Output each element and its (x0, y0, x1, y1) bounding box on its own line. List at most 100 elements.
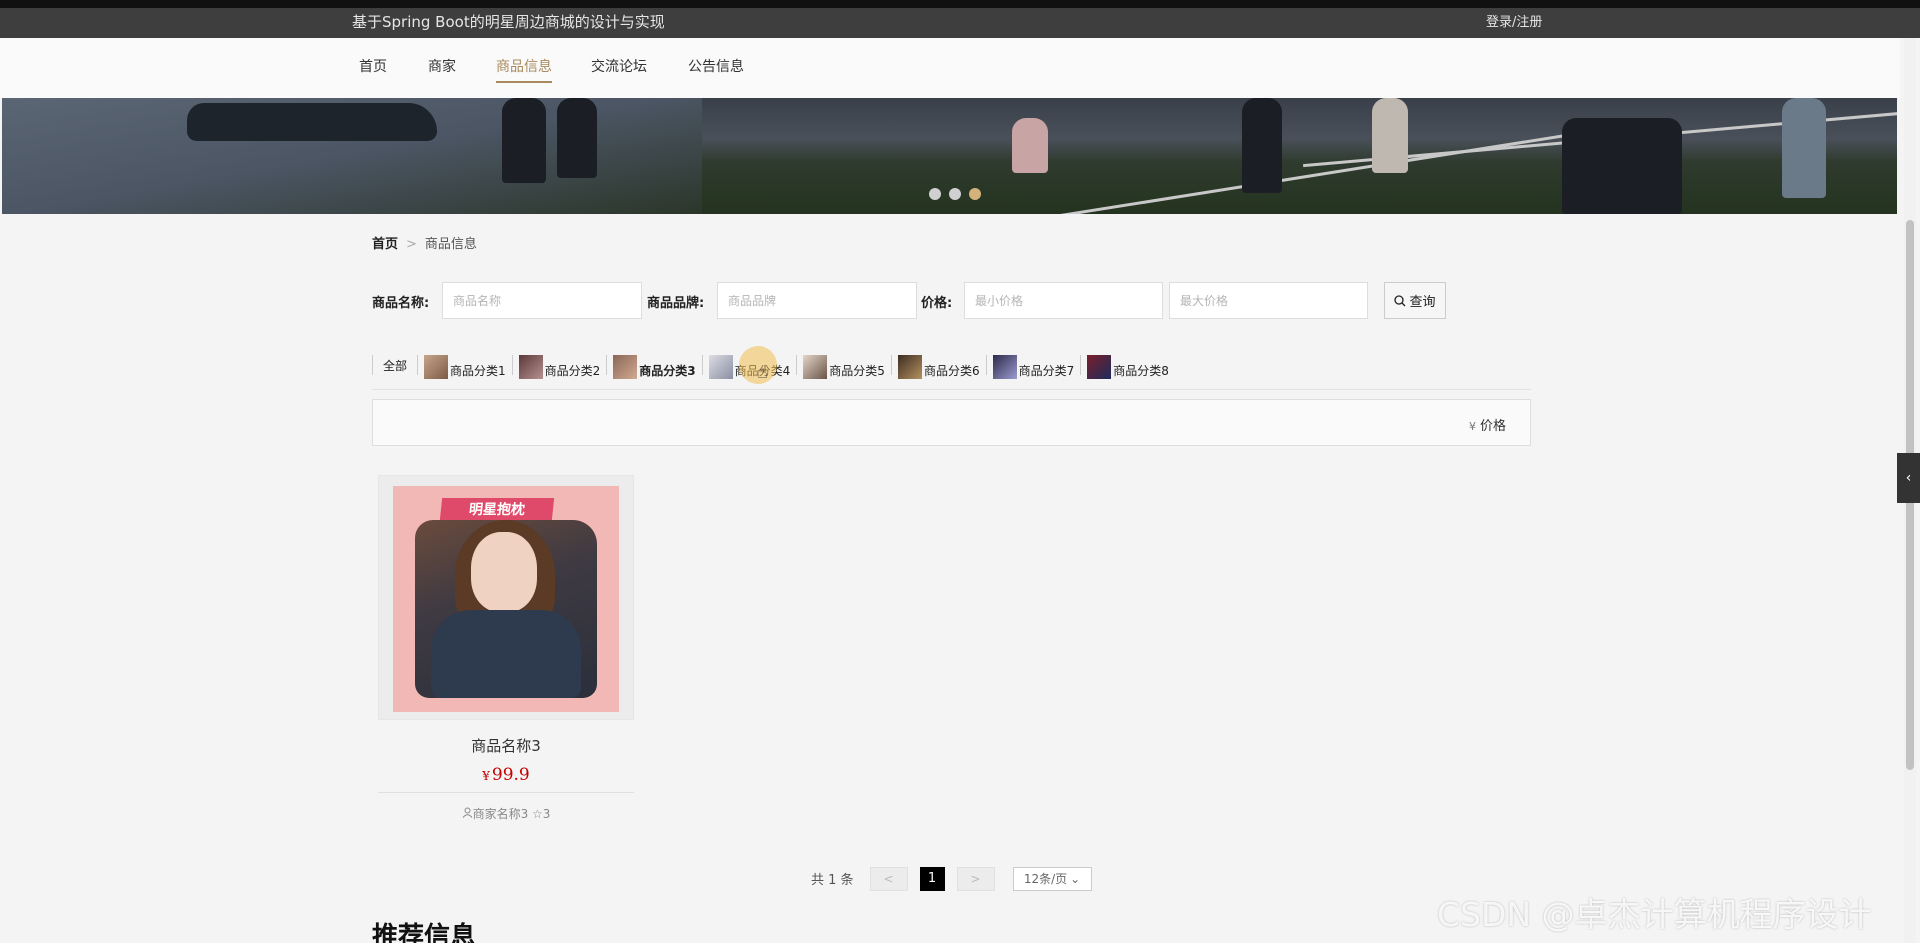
carousel-dot[interactable] (949, 188, 961, 200)
category-item-6[interactable]: 商品分类6 (897, 351, 980, 379)
banner-person-shape (1782, 98, 1826, 198)
min-price-input[interactable] (964, 282, 1163, 319)
category-thumbnail (897, 355, 922, 379)
card-divider (378, 792, 634, 793)
category-separator (985, 355, 987, 375)
banner-person-shape (502, 98, 546, 183)
pagination-prev-button[interactable]: < (869, 866, 908, 891)
carousel-dot-active[interactable] (969, 188, 981, 200)
product-image-frame: 明星抱枕 (378, 475, 634, 720)
category-label: 商品分类8 (1113, 364, 1169, 378)
category-thumbnail (708, 355, 733, 379)
breadcrumb-current: 商品信息 (424, 237, 477, 252)
pagination-total: 共 1 条 (811, 873, 854, 888)
nav-item-announcements[interactable]: 公告信息 (688, 56, 744, 81)
nav-item-merchants[interactable]: 商家 (428, 56, 456, 81)
login-register-link[interactable]: 登录/注册 (1486, 11, 1542, 30)
nav-item-forum[interactable]: 交流论坛 (591, 56, 647, 81)
sort-price-label: 价格 (1479, 419, 1506, 434)
category-separator (372, 355, 373, 375)
category-thumbnail (518, 355, 543, 379)
product-merchant: 商家名称3 (472, 807, 529, 821)
hand-pointer-icon: ☝ (757, 362, 768, 383)
main-nav: 首页 商家 商品信息 交流论坛 公告信息 (0, 38, 1900, 98)
pagination-next-button[interactable]: > (956, 866, 995, 891)
category-thumbnail (424, 355, 449, 379)
breadcrumb-separator: > (406, 237, 417, 252)
category-thumbnail (992, 355, 1017, 379)
product-name[interactable]: 商品名称3 (378, 735, 634, 756)
banner-person-shape (1372, 98, 1408, 173)
category-thumbnail (803, 355, 828, 379)
category-item-5[interactable]: 商品分类5 (803, 351, 885, 379)
page-size-value: 12条/页 (1023, 872, 1068, 886)
product-image: 明星抱枕 (393, 486, 619, 712)
category-item-2[interactable]: 商品分类2 (518, 351, 601, 379)
sort-by-price[interactable]: ¥ 价格 (1469, 415, 1506, 434)
banner-person-shape (557, 98, 597, 178)
pagination-page-1[interactable]: 1 (919, 866, 945, 891)
banner-person-shape (1012, 118, 1048, 173)
breadcrumb-home[interactable]: 首页 (372, 237, 398, 252)
category-separator (796, 355, 798, 375)
category-label: 商品分类7 (1018, 364, 1075, 378)
category-all[interactable]: 全部 (379, 351, 411, 379)
top-bar: 基于Spring Boot的明星周边商城的设计与实现 登录/注册 (0, 0, 1920, 38)
product-name-input[interactable] (442, 282, 642, 319)
product-brand-input[interactable] (717, 282, 917, 319)
product-card[interactable]: 明星抱枕 商品名称3 ¥99.9 商家名称3 ☆3 (378, 475, 634, 827)
category-item-1[interactable]: 商品分类1 (424, 351, 506, 379)
category-separator (511, 355, 513, 375)
search-button[interactable]: 查询 (1384, 282, 1446, 319)
category-item-3[interactable]: 商品分类3 (613, 351, 696, 379)
category-separator (606, 355, 608, 375)
breadcrumb: 首页 > 商品信息 (372, 233, 477, 252)
carousel-indicators (929, 188, 981, 200)
max-price-input[interactable] (1169, 282, 1368, 319)
product-price: ¥99.9 (378, 765, 634, 785)
product-meta: 商家名称3 ☆3 (378, 805, 634, 822)
yen-icon: ¥ (1468, 420, 1476, 433)
side-panel-toggle[interactable]: ‹ (1897, 453, 1920, 503)
site-title: 基于Spring Boot的明星周边商城的设计与实现 (352, 13, 665, 31)
category-label: 商品分类3 (639, 364, 696, 378)
filter-divider (372, 389, 1531, 390)
price-label: 价格: (921, 296, 953, 311)
recommend-section-title: 推荐信息 (372, 922, 477, 943)
star-icon: ☆ (532, 807, 543, 821)
carousel-dot[interactable] (929, 188, 941, 200)
watermark: CSDN @卓杰计算机程序设计 (1437, 895, 1872, 934)
product-favorites: 3 (542, 807, 551, 821)
category-separator (417, 355, 419, 375)
search-button-label: 查询 (1409, 295, 1436, 310)
page-size-select[interactable]: 12条/页 ⌄ (1012, 866, 1092, 891)
category-separator (701, 355, 703, 375)
sort-bar: ¥ 价格 (372, 399, 1531, 446)
product-brand-label: 商品品牌: (647, 296, 705, 311)
nav-item-home[interactable]: 首页 (359, 56, 387, 81)
pagination: 共 1 条 < 1 > 12条/页 ⌄ (811, 866, 1092, 891)
product-coat-shape (431, 610, 581, 698)
category-label: 商品分类1 (450, 364, 506, 378)
banner-carousel[interactable] (2, 98, 1897, 214)
product-face-shape (471, 532, 537, 612)
banner-person-shape (1242, 98, 1282, 193)
banner-field-line (767, 119, 1657, 214)
nav-item-products[interactable]: 商品信息 (496, 56, 552, 83)
category-thumbnail (613, 355, 638, 379)
chevron-left-icon: ‹ (1905, 470, 1912, 486)
chevron-down-icon: ⌄ (1070, 871, 1081, 886)
search-icon (1394, 294, 1406, 306)
category-label: 商品分类2 (544, 364, 601, 378)
banner-person-shape (1562, 118, 1682, 214)
product-image-badge: 明星抱枕 (439, 498, 555, 520)
category-separator (1080, 355, 1082, 375)
category-label: 商品分类6 (923, 364, 980, 378)
category-thumbnail (1087, 355, 1112, 379)
category-item-7[interactable]: 商品分类7 (992, 351, 1075, 379)
price-currency: ¥ (482, 769, 490, 783)
category-item-8[interactable]: 商品分类8 (1087, 351, 1169, 379)
user-icon (462, 807, 472, 818)
product-name-label: 商品名称: (372, 296, 430, 311)
category-separator (890, 355, 892, 375)
